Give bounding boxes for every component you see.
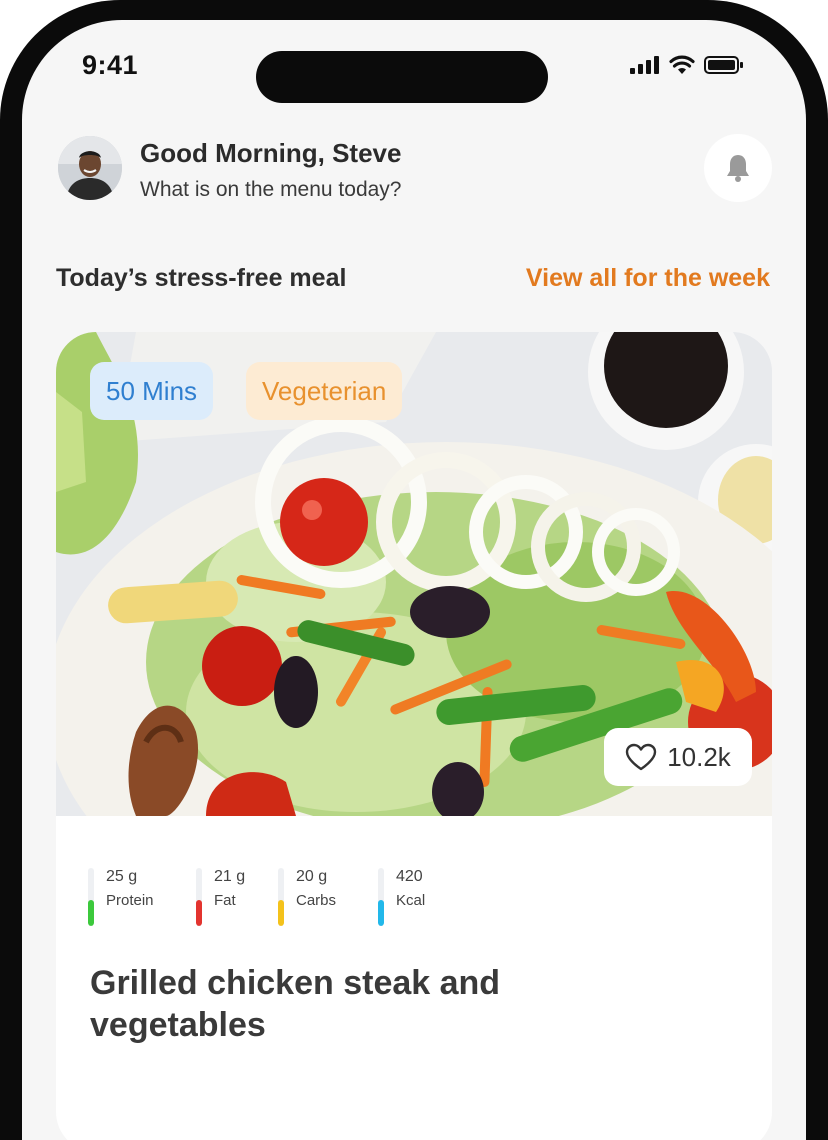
nutrient-kcal: 420 Kcal: [378, 864, 466, 930]
view-all-link[interactable]: View all for the week: [526, 264, 770, 293]
cook-time-tag: 50 Mins: [90, 362, 214, 420]
nutrient-bar-fill: [278, 899, 284, 926]
avatar[interactable]: [58, 136, 122, 200]
nutrient-bar: [88, 868, 94, 926]
likes-button[interactable]: 10.2k: [604, 728, 752, 786]
meal-card[interactable]: 50 Mins Vegeterian 10.2k 25 g Protein 21…: [56, 332, 772, 1140]
nutrient-bar-fill: [196, 899, 202, 926]
notifications-button[interactable]: [704, 134, 772, 202]
nutrient-fat: 21 g Fat: [196, 864, 278, 930]
nutrient-protein: 25 g Protein: [88, 864, 196, 930]
app-screen: 9:41 Good Morning, Steve What is on the …: [22, 20, 806, 1140]
status-icons: [630, 54, 744, 76]
status-time: 9:41: [82, 50, 139, 80]
signal-icon: [630, 56, 659, 74]
greeting-subtitle: What is on the menu today?: [140, 178, 402, 201]
nutrient-carbs: 20 g Carbs: [278, 864, 378, 930]
nutrient-amount: 21 g: [214, 868, 246, 885]
heart-icon: [625, 743, 657, 771]
phone-frame: 9:41 Good Morning, Steve What is on the …: [0, 0, 828, 1140]
bell-icon: [727, 155, 749, 182]
nutrient-label: Kcal: [396, 892, 426, 909]
nutrient-bar-fill: [88, 899, 94, 926]
wifi-icon: [669, 55, 695, 74]
likes-count: 10.2k: [667, 741, 731, 772]
nutrient-label: Protein: [106, 892, 154, 909]
nutrient-label: Fat: [214, 892, 236, 909]
section-title: Today’s stress-free meal: [56, 264, 347, 292]
meal-title: Grilled chicken steak and vegetables: [90, 964, 501, 1044]
nutrient-bar: [196, 868, 202, 926]
greeting-title: Good Morning, Steve: [140, 138, 402, 168]
nutrient-label: Carbs: [296, 892, 337, 909]
nutrient-bar-fill: [378, 899, 384, 926]
dynamic-island: [256, 51, 548, 103]
nutrient-amount: 420: [396, 868, 423, 885]
nutrient-amount: 25 g: [106, 868, 138, 885]
nutrient-amount: 20 g: [296, 868, 328, 885]
nutrient-bar: [378, 868, 384, 926]
diet-tag: Vegeterian: [246, 362, 403, 420]
nutrition-row: 25 g Protein 21 g Fat 20 g Carbs 420 Kca…: [88, 864, 466, 930]
nutrient-bar: [278, 868, 284, 926]
battery-icon: [704, 56, 743, 74]
